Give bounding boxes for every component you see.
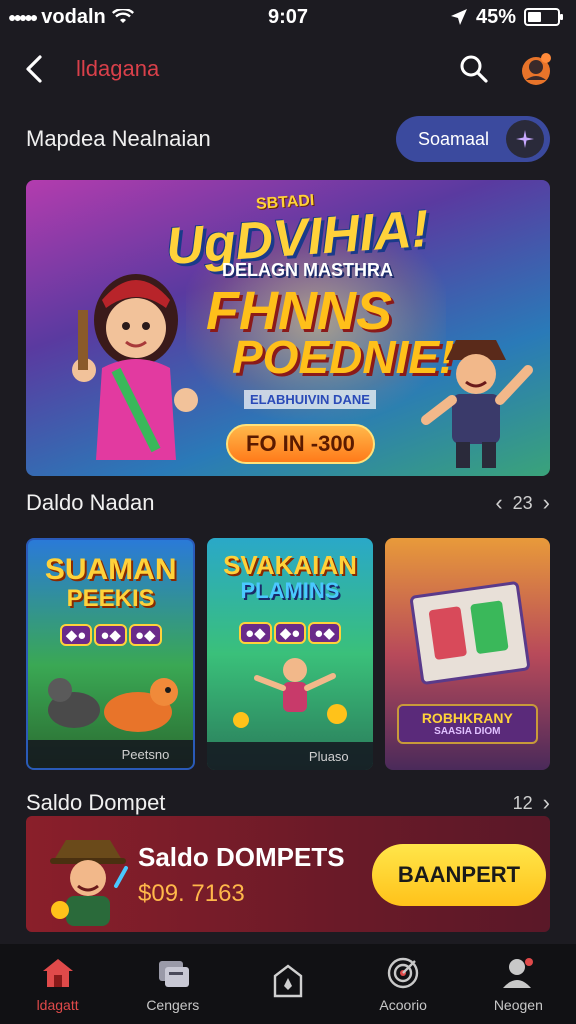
avatar-icon	[522, 53, 551, 85]
app-header: lldagana	[0, 44, 576, 94]
avatar-button[interactable]	[516, 49, 556, 89]
games-count: 23	[512, 492, 533, 513]
games-icon	[155, 955, 191, 991]
deposit-button[interactable]: BAANPERT	[372, 844, 546, 906]
game-card[interactable]: SVAKAIAN PLAMINS ●◆ ◆● ●◆ Pluaso	[207, 538, 373, 770]
bottom-nav: ldagatt Cengers Acoorio Neogen	[0, 944, 576, 1024]
chevron-right-icon[interactable]: ›	[543, 490, 550, 516]
nav-label: ldagatt	[36, 997, 79, 1013]
battery-fill	[528, 12, 541, 22]
game-card-title: SVAKAIAN PLAMINS	[207, 550, 372, 604]
badge-chip: ●◆	[94, 624, 127, 646]
badge-chip: ◆●	[59, 624, 93, 646]
wallet-icon	[270, 963, 306, 999]
sparkle-icon	[506, 120, 544, 158]
target-icon	[385, 955, 421, 991]
wallet-count: 12	[512, 792, 533, 813]
game-card-label-text: ROBHKRANY	[421, 709, 513, 726]
featured-section-title: Mapdea Nealnaian	[26, 126, 211, 151]
hero-cta-button[interactable]: FO IN -300	[226, 424, 375, 464]
status-time: 9:07	[267, 5, 309, 28]
home-icon	[40, 955, 76, 991]
wifi-icon	[111, 9, 134, 23]
games-section-title: Daldo Nadan	[26, 490, 155, 515]
status-right: 45%	[450, 5, 563, 29]
location-arrow-icon	[450, 9, 467, 25]
profile-icon	[500, 955, 536, 991]
game-cards-row: SUAMAN PEEKIS ◆● ●◆ ●◆ Peetsno SVAKAIAN PL…	[26, 538, 550, 770]
featured-pill-button[interactable]: Soamaal	[396, 116, 550, 162]
nav-label: Acoorio	[379, 997, 427, 1013]
status-bar: ●●●●● vodaln 9:07 45%	[0, 0, 576, 34]
game-card-label: ROBHKRANY SAASIA DIOM	[396, 704, 538, 744]
hero-banner[interactable]: SBTADI UgDVIHIA! DELAGN MASTHRA FHNNS PO…	[26, 180, 550, 476]
signal-strength-icon: ●●●●●	[8, 9, 38, 25]
nav-label: Cengers	[146, 997, 200, 1013]
wallet-pager: 12 ›	[513, 790, 550, 816]
chevron-left-icon	[26, 55, 42, 83]
chevron-left-icon[interactable]: ‹	[495, 490, 502, 516]
runner-character-illustration	[233, 658, 348, 728]
nav-item-games[interactable]: Cengers	[118, 955, 228, 1013]
game-card[interactable]: ROBHKRANY SAASIA DIOM	[384, 538, 550, 770]
game-card-badges: ●◆ ◆● ●◆	[207, 622, 372, 644]
game-card-title-line-2: PEEKIS	[66, 584, 155, 612]
badge-chip: ●◆	[128, 624, 162, 646]
mystery-box-illustration	[408, 580, 531, 686]
badge-chip: ◆●	[273, 622, 307, 644]
games-section-header: Daldo Nadan ‹ 23 ›	[26, 490, 550, 516]
wallet-card: Saldo DOMPETS $09. 7163 BAANPERT	[26, 816, 550, 932]
battery-percent: 45%	[475, 5, 516, 28]
hero-subtitle: DELAGN MASTHRA	[222, 260, 393, 280]
featured-section-header: Mapdea Nealnaian Soamaal	[26, 116, 550, 162]
wallet-section-header: Saldo Dompet 12 ›	[26, 790, 550, 816]
game-card[interactable]: SUAMAN PEEKIS ◆● ●◆ ●◆ Peetsno	[26, 538, 196, 770]
nav-item-target[interactable]: Acoorio	[348, 955, 458, 1013]
nav-item-profile[interactable]: Neogen	[463, 955, 573, 1013]
game-card-badges: ◆● ●◆ ●◆	[28, 624, 193, 646]
search-icon	[460, 55, 488, 83]
adventurer-character-illustration	[421, 340, 533, 468]
explorer-character-illustration	[72, 274, 198, 460]
wallet-amount: $09. 7163	[138, 880, 245, 907]
games-pager: ‹ 23 ›	[495, 490, 550, 516]
hero-strip: ELABHUIVIN DANE	[244, 390, 376, 409]
cowboy-character-illustration	[50, 840, 128, 926]
game-card-title-line-1: SVAKAIAN	[223, 550, 357, 580]
nav-item-home[interactable]: ldagatt	[3, 955, 113, 1013]
animals-illustration	[48, 678, 178, 732]
featured-pill-label: Soamaal	[418, 128, 490, 149]
nav-label: Neogen	[493, 997, 543, 1013]
wallet-section-title: Saldo Dompet	[26, 790, 166, 815]
badge-chip: ●◆	[239, 622, 272, 644]
status-left: ●●●●● vodaln	[8, 6, 134, 29]
game-card-sublabel: SAASIA DIOM	[434, 726, 501, 738]
nav-item-wallet[interactable]	[233, 963, 343, 1005]
chevron-right-icon[interactable]: ›	[543, 790, 550, 816]
game-card-title-line-2: PLAMINS	[240, 578, 340, 604]
search-button[interactable]	[456, 51, 492, 87]
game-card-footer: Peetsno	[28, 740, 194, 768]
game-card-footer: Pluaso	[207, 742, 373, 770]
carrier-name: vodaln	[41, 5, 106, 28]
back-button[interactable]	[20, 51, 48, 87]
wallet-title: Saldo DOMPETS	[138, 842, 345, 872]
page-title: lldagana	[76, 56, 160, 81]
game-card-title-line-1: SUAMAN	[44, 553, 177, 586]
badge-chip: ●◆	[308, 622, 341, 644]
game-card-title: SUAMAN PEEKIS	[28, 554, 193, 611]
battery-icon	[524, 8, 563, 26]
